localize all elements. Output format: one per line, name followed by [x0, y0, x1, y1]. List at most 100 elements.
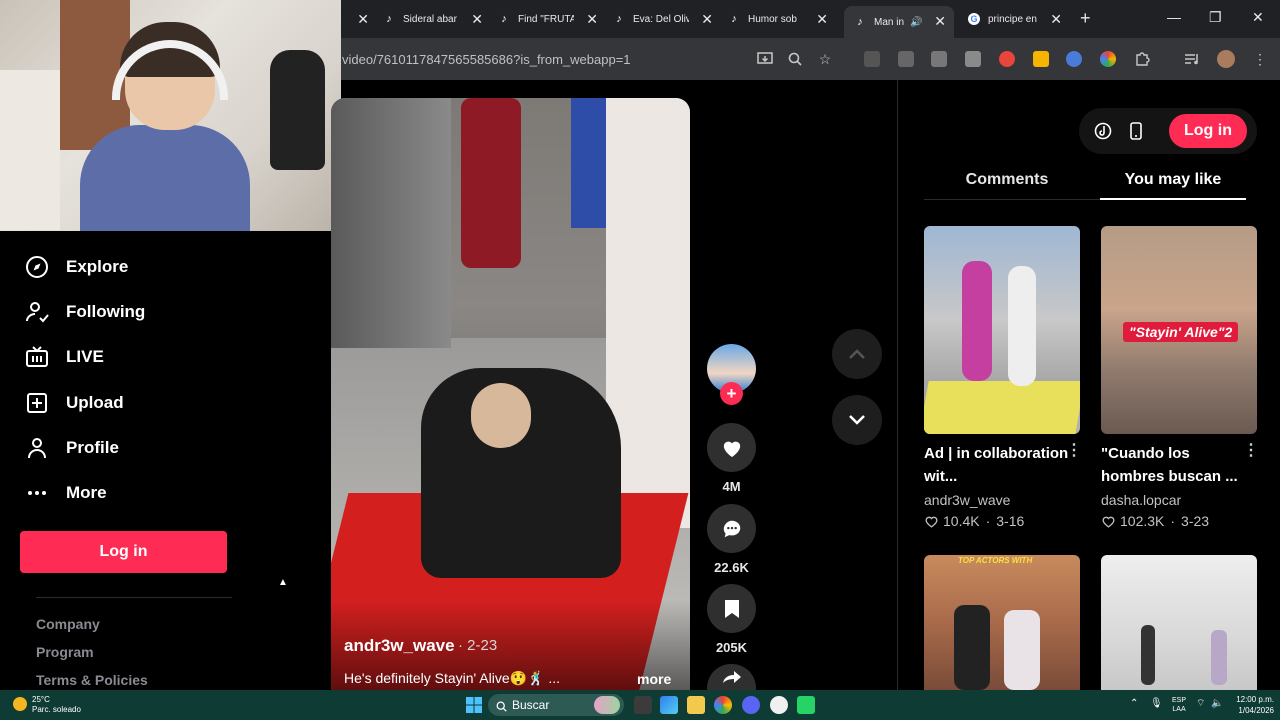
close-tab-icon[interactable]: ✕ — [357, 11, 369, 28]
save-button[interactable] — [707, 584, 756, 633]
tab-you-may-like[interactable]: You may like — [1100, 171, 1246, 189]
sidebar-item-explore[interactable]: Explore — [24, 252, 128, 282]
card-options-icon[interactable]: ⋮ — [1243, 440, 1259, 460]
sidebar-item-more[interactable]: More — [24, 478, 107, 508]
extension-icon[interactable] — [1033, 51, 1049, 67]
browser-tab[interactable]: G principe en ✕ — [962, 6, 1070, 32]
media-control-icon[interactable] — [1184, 51, 1200, 67]
browser-tab[interactable]: ♪ Humor sob ✕ — [728, 6, 836, 32]
browser-tab[interactable]: ♪ Sideral abar ✕ — [383, 6, 491, 32]
close-tab-icon[interactable]: ✕ — [816, 11, 828, 28]
chevron-up-tray-icon[interactable]: ⌃ — [1130, 699, 1138, 709]
active-tab-indicator — [1100, 198, 1246, 200]
footer-link-terms[interactable]: Terms & Policies — [36, 672, 148, 688]
card-title[interactable]: "Cuando los hombres buscan ... — [1101, 442, 1249, 488]
browser-tab[interactable]: ♪ Find "FRUTA ✕ — [498, 6, 606, 32]
card-stats: 10.4K · 3-16 — [924, 513, 1024, 529]
bookmark-star-icon[interactable]: ☆ — [817, 51, 833, 67]
extension-icon[interactable] — [1100, 51, 1116, 67]
close-tab-icon[interactable]: ✕ — [934, 13, 946, 30]
extension-icon[interactable] — [898, 51, 914, 67]
language-line2: LAA — [1172, 706, 1186, 713]
weather-temperature[interactable]: 25°C — [32, 695, 50, 704]
card-date: 3-23 — [1181, 513, 1210, 529]
sidebar-item-following[interactable]: Following — [24, 297, 145, 327]
close-tab-icon[interactable]: ✕ — [701, 11, 713, 28]
video-more-link[interactable]: more — [637, 671, 671, 687]
card-author[interactable]: andr3w_wave — [924, 492, 1010, 508]
card-options-icon[interactable]: ⋮ — [1066, 440, 1082, 460]
chrome-icon[interactable] — [714, 696, 732, 714]
like-button[interactable] — [707, 423, 756, 472]
tab-comments[interactable]: Comments — [924, 171, 1090, 189]
thumbnail-overlay-text: TOP ACTORS WITH — [958, 556, 1033, 565]
language-indicator[interactable]: ESP LAA — [1172, 696, 1186, 714]
close-tab-icon[interactable]: ✕ — [471, 11, 483, 28]
puzzle-extensions-icon[interactable] — [1134, 51, 1150, 67]
browser-tab-active[interactable]: ♪ Man in 🔊 ✕ — [844, 6, 954, 38]
browser-tab[interactable]: ♪ Eva: Del Oliv ✕ — [613, 6, 721, 32]
next-video-button[interactable] — [832, 395, 882, 445]
more-icon — [24, 480, 50, 506]
new-tab-icon[interactable]: + — [1080, 8, 1091, 29]
restore-icon[interactable]: ❐ — [1209, 9, 1222, 26]
kebab-menu-icon[interactable]: ⋮ — [1252, 51, 1268, 67]
sidebar-item-profile[interactable]: Profile — [24, 433, 119, 463]
extension-icon[interactable] — [965, 51, 981, 67]
windows-start-icon[interactable] — [465, 696, 483, 714]
language-line1: ESP — [1172, 697, 1187, 704]
header-login-button[interactable]: Log in — [1169, 114, 1247, 148]
sidebar-item-label: LIVE — [66, 347, 104, 366]
extension-icon[interactable] — [999, 51, 1015, 67]
speaker-icon: 🔊 — [910, 16, 923, 28]
volume-icon[interactable]: 🔈 — [1211, 699, 1223, 709]
footer-link-program[interactable]: Program — [36, 644, 94, 660]
video-player[interactable] — [331, 98, 690, 690]
microphone-icon[interactable]: 🎙 — [1150, 699, 1163, 709]
footer-link-company[interactable]: Company — [36, 616, 100, 632]
profile-avatar[interactable] — [1217, 50, 1235, 68]
extension-icon[interactable] — [931, 51, 947, 67]
address-bar[interactable]: video/7610117847565585686?is_from_webapp… — [342, 52, 631, 67]
weather-description[interactable]: Parc. soleado — [32, 705, 81, 714]
tiktok-coin-icon[interactable] — [1093, 121, 1113, 141]
whatsapp-icon[interactable] — [797, 696, 815, 714]
card-author[interactable]: dasha.lopcar — [1101, 492, 1181, 508]
previous-video-button[interactable] — [832, 329, 882, 379]
extension-icon[interactable] — [1066, 51, 1082, 67]
discord-icon[interactable] — [742, 696, 760, 714]
search-icon — [496, 699, 507, 717]
comment-button[interactable] — [707, 504, 756, 553]
follow-plus-icon[interactable]: + — [720, 382, 743, 405]
device-icon[interactable] — [1126, 121, 1146, 141]
recommended-thumbnail[interactable] — [1101, 555, 1257, 690]
clock[interactable]: 12:00 p.m. 1/04/2026 — [1230, 694, 1274, 716]
file-explorer-icon[interactable] — [687, 696, 705, 714]
close-tab-icon[interactable]: ✕ — [586, 11, 598, 28]
sidebar-item-label: Explore — [66, 257, 129, 276]
card-date: 3-16 — [996, 513, 1025, 529]
zoom-icon[interactable] — [787, 51, 803, 67]
video-username[interactable]: andr3w_wave — [344, 636, 455, 656]
sidebar-item-live[interactable]: LIVE — [24, 342, 104, 372]
recommended-thumbnail[interactable] — [924, 226, 1080, 434]
close-tab-icon[interactable]: ✕ — [1050, 11, 1062, 28]
app-icon[interactable] — [770, 696, 788, 714]
install-app-icon[interactable] — [757, 51, 773, 67]
minimize-icon[interactable]: — — [1167, 9, 1181, 25]
card-stats: 102.3K · 3-23 — [1101, 513, 1209, 529]
browser-tab[interactable]: ✕ — [341, 6, 375, 32]
search-label: Buscar — [512, 698, 550, 712]
sidebar-divider — [36, 597, 232, 598]
sidebar-item-upload[interactable]: Upload — [24, 388, 124, 418]
recommended-thumbnail[interactable] — [924, 555, 1080, 690]
extension-icon[interactable] — [864, 51, 880, 67]
weather-sun-icon[interactable] — [13, 697, 27, 711]
sidebar-login-button[interactable]: Log in — [20, 531, 227, 573]
wifi-icon[interactable]: ⌔ — [1196, 699, 1205, 709]
close-window-icon[interactable]: ✕ — [1252, 9, 1264, 26]
copilot-icon[interactable] — [660, 696, 678, 714]
task-view-icon[interactable] — [634, 696, 652, 714]
card-title[interactable]: Ad | in collaboration wit... — [924, 442, 1072, 488]
share-button[interactable] — [707, 664, 756, 690]
